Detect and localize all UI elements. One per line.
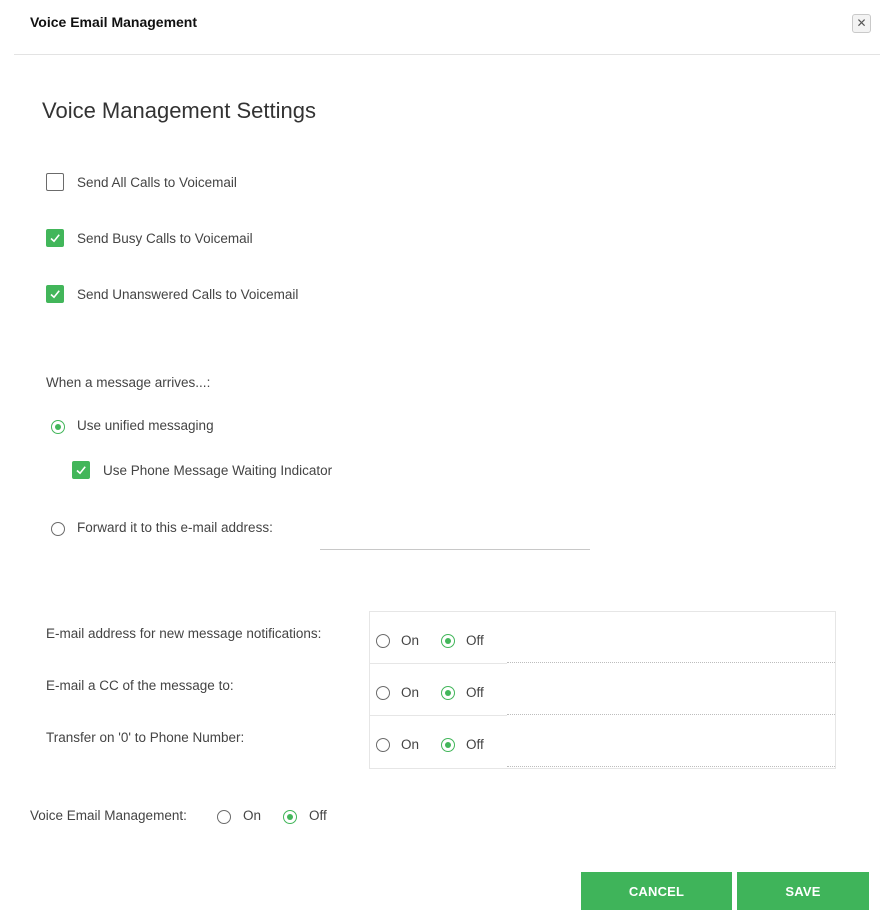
voice-email-management-on-label: On: [243, 808, 262, 823]
message-waiting-indicator-label: Use Phone Message Waiting Indicator: [103, 463, 333, 478]
send-busy-calls-checkbox[interactable]: [46, 229, 64, 247]
section-title: Voice Management Settings: [42, 98, 316, 123]
notification-email-on-radio[interactable]: [376, 634, 390, 648]
save-button[interactable]: SAVE: [737, 872, 869, 910]
close-icon[interactable]: ✕: [856, 16, 866, 30]
notification-options-box: [369, 611, 836, 769]
unified-messaging-radio[interactable]: [51, 420, 65, 434]
notification-email-label: E-mail address for new message notificat…: [46, 626, 322, 641]
send-all-calls-label: Send All Calls to Voicemail: [77, 175, 237, 190]
message-waiting-indicator-checkbox[interactable]: [72, 461, 90, 479]
cc-email-label: E-mail a CC of the message to:: [46, 678, 234, 693]
transfer-phone-label: Transfer on '0' to Phone Number:: [46, 730, 245, 745]
dialog-title: Voice Email Management: [30, 14, 198, 30]
forward-email-input[interactable]: [320, 549, 590, 550]
cc-email-off-label: Off: [466, 685, 484, 700]
notification-email-field[interactable]: [507, 662, 835, 663]
transfer-phone-field[interactable]: [507, 766, 835, 767]
send-unanswered-calls-checkbox[interactable]: [46, 285, 64, 303]
cc-email-on-label: On: [401, 685, 420, 700]
cc-email-on-radio[interactable]: [376, 686, 390, 700]
row-separator: [370, 663, 507, 664]
voice-email-management-on-radio[interactable]: [217, 810, 231, 824]
voice-email-management-label: Voice Email Management:: [30, 808, 187, 823]
transfer-phone-on-label: On: [401, 737, 420, 752]
row-separator: [370, 715, 507, 716]
cc-email-off-radio[interactable]: [441, 686, 455, 700]
voice-email-management-off-label: Off: [309, 808, 327, 823]
send-busy-calls-label: Send Busy Calls to Voicemail: [77, 231, 253, 246]
send-unanswered-calls-label: Send Unanswered Calls to Voicemail: [77, 287, 299, 302]
notification-email-off-radio[interactable]: [441, 634, 455, 648]
transfer-phone-off-label: Off: [466, 737, 484, 752]
notification-email-off-label: Off: [466, 633, 484, 648]
transfer-phone-on-radio[interactable]: [376, 738, 390, 752]
header-divider: [14, 54, 880, 55]
cc-email-field[interactable]: [507, 714, 835, 715]
voice-email-management-off-radio[interactable]: [283, 810, 297, 824]
unified-messaging-label: Use unified messaging: [77, 418, 214, 433]
notification-email-on-label: On: [401, 633, 420, 648]
send-all-calls-checkbox[interactable]: [46, 173, 64, 191]
transfer-phone-off-radio[interactable]: [441, 738, 455, 752]
checkmark-icon: [50, 234, 60, 243]
forward-email-label: Forward it to this e-mail address:: [77, 520, 273, 535]
message-arrival-heading: When a message arrives...:: [46, 375, 211, 390]
cancel-button[interactable]: CANCEL: [581, 872, 732, 910]
checkmark-icon: [76, 466, 86, 475]
forward-email-radio[interactable]: [51, 522, 65, 536]
close-button[interactable]: ✕: [852, 14, 871, 33]
checkmark-icon: [50, 290, 60, 299]
